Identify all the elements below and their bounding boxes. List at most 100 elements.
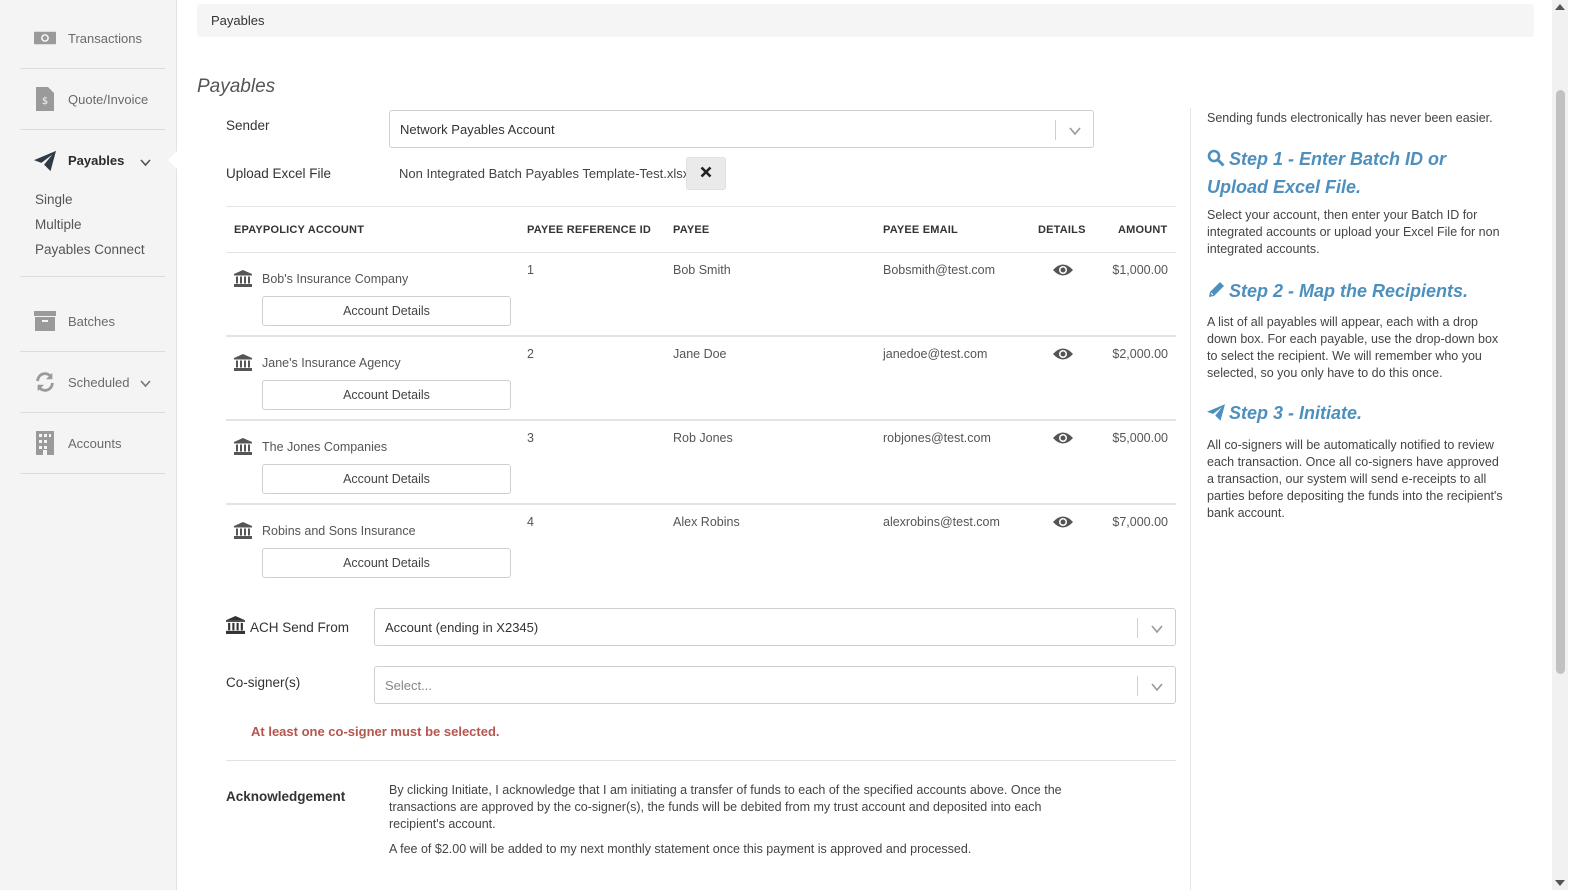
acknowledgement-label: Acknowledgement: [226, 789, 346, 804]
refresh-icon: [34, 371, 56, 393]
search-icon: [1207, 148, 1225, 174]
step-1-text: Select your account, then enter your Bat…: [1207, 208, 1500, 256]
sidebar-item-label: Accounts: [68, 435, 122, 451]
sidebar-divider: [20, 276, 165, 277]
bank-icon: [234, 354, 252, 374]
ach-send-from-label: ACH Send From: [250, 620, 350, 635]
subnav-item-multiple[interactable]: Multiple: [35, 215, 145, 240]
table-row: Jane's Insurance Agency Account Details …: [226, 337, 1176, 421]
account-details-button[interactable]: Account Details: [262, 380, 511, 410]
sidebar-item-accounts[interactable]: Accounts: [20, 413, 165, 474]
account-details-button[interactable]: Account Details: [262, 296, 511, 326]
payee-reference-id: 4: [527, 515, 534, 529]
subnav-item-single[interactable]: Single: [35, 190, 145, 215]
amount: $1,000.00: [1112, 263, 1168, 277]
chevron-down-icon: [140, 155, 151, 170]
account-name: Bob's Insurance Company: [262, 272, 409, 286]
account-details-button[interactable]: Account Details: [262, 464, 511, 494]
step-3-title: Step 3 - Initiate.: [1207, 400, 1507, 428]
account-name: Jane's Insurance Agency: [262, 356, 401, 370]
step-title-text: Step 2 - Map the Recipients.: [1229, 281, 1469, 301]
cosigner-select[interactable]: Select...: [374, 666, 1176, 704]
scroll-down-arrow[interactable]: [1555, 880, 1565, 886]
sidebar-item-label: Scheduled: [68, 374, 130, 390]
table-header: EPAYPOLICY ACCOUNT PAYEE REFERENCE ID PA…: [226, 206, 1176, 253]
uploaded-file-name: Non Integrated Batch Payables Template-T…: [399, 166, 690, 181]
account-name: Robins and Sons Insurance: [262, 524, 416, 538]
table-row: The Jones Companies Account Details 3 Ro…: [226, 421, 1176, 505]
sidebar-item-label: Quote/Invoice: [68, 91, 149, 107]
sender-label: Sender: [226, 118, 270, 133]
sender-select[interactable]: Network Payables Account: [389, 110, 1094, 148]
payables-subnav: Single Multiple Payables Connect: [35, 190, 145, 265]
subnav-item-payables-connect[interactable]: Payables Connect: [35, 240, 145, 265]
table-row: Bob's Insurance Company Account Details …: [226, 253, 1176, 337]
scroll-up-arrow[interactable]: [1555, 4, 1565, 10]
payee-name: Rob Jones: [673, 431, 733, 445]
vertical-scrollbar[interactable]: [1552, 0, 1568, 890]
page-title: Payables: [197, 76, 276, 97]
breadcrumb: Payables: [197, 4, 1534, 37]
help-panel: Sending funds electronically has never b…: [1190, 108, 1510, 890]
select-divider: [1137, 676, 1138, 696]
column-header: PAYEE EMAIL: [883, 224, 958, 236]
step-1-title: Step 1 - Enter Batch ID or Upload Excel …: [1207, 146, 1507, 200]
select-divider: [1055, 120, 1056, 140]
scroll-thumb[interactable]: [1556, 90, 1565, 674]
breadcrumb-item[interactable]: Payables: [211, 13, 264, 28]
step-2-title: Step 2 - Map the Recipients.: [1207, 278, 1507, 306]
eye-icon[interactable]: [1052, 431, 1074, 448]
payables-table: EPAYPOLICY ACCOUNT PAYEE REFERENCE ID PA…: [226, 206, 1176, 589]
step-2-text: A list of all payables will appear, each…: [1207, 315, 1499, 380]
chevron-down-icon: [1151, 622, 1163, 637]
payee-reference-id: 3: [527, 431, 534, 445]
column-header: PAYEE REFERENCE ID: [527, 224, 652, 236]
cosigner-error-message: At least one co-signer must be selected.: [251, 724, 500, 739]
amount: $5,000.00: [1112, 431, 1168, 445]
step-title-text: Step 1 - Enter Batch ID or Upload Excel …: [1207, 149, 1447, 197]
account-details-button[interactable]: Account Details: [262, 548, 511, 578]
upload-label: Upload Excel File: [226, 166, 332, 181]
eye-icon[interactable]: [1052, 347, 1074, 364]
section-divider: [226, 760, 1176, 761]
amount: $2,000.00: [1112, 347, 1168, 361]
account-name: The Jones Companies: [262, 440, 388, 454]
fee-notice: A fee of $2.00 will be added to my next …: [389, 842, 972, 856]
amount: $7,000.00: [1112, 515, 1168, 529]
remove-file-button[interactable]: [686, 157, 726, 190]
sidebar-item-quote-invoice[interactable]: $ Quote/Invoice: [20, 69, 165, 130]
sidebar-item-transactions[interactable]: Transactions: [20, 8, 165, 69]
step-title-text: Step 3 - Initiate.: [1229, 403, 1363, 423]
select-divider: [1137, 618, 1138, 638]
payee-name: Bob Smith: [673, 263, 731, 277]
money-icon: [34, 27, 56, 49]
acknowledgement-text: By clicking Initiate, I acknowledge that…: [389, 783, 1062, 831]
sidebar-item-payables[interactable]: Payables: [20, 130, 165, 191]
sidebar-item-label: Batches: [68, 313, 115, 329]
bank-icon: [234, 438, 252, 458]
paper-plane-icon: [1207, 402, 1225, 428]
eye-icon[interactable]: [1052, 515, 1074, 532]
payee-email: Bobsmith@test.com: [883, 263, 996, 277]
pencil-icon: [1207, 280, 1225, 306]
column-header: AMOUNT: [1118, 224, 1168, 236]
payee-email: robjones@test.com: [883, 431, 991, 445]
sidebar-item-batches[interactable]: Batches: [20, 291, 165, 352]
payee-email: alexrobins@test.com: [883, 515, 1000, 529]
cosigner-placeholder: Select...: [385, 677, 432, 693]
chevron-down-icon: [1151, 680, 1163, 695]
column-header: DETAILS: [1038, 224, 1086, 236]
payee-name: Alex Robins: [673, 515, 740, 529]
column-header: PAYEE: [673, 224, 710, 236]
sidebar-item-scheduled[interactable]: Scheduled: [20, 352, 165, 413]
sidebar-item-label: Transactions: [68, 30, 142, 46]
payee-name: Jane Doe: [673, 347, 727, 361]
column-header: EPAYPOLICY ACCOUNT: [234, 224, 365, 236]
payee-email: janedoe@test.com: [883, 347, 988, 361]
help-intro: Sending funds electronically has never b…: [1207, 111, 1493, 125]
eye-icon[interactable]: [1052, 263, 1074, 280]
ach-send-from-select[interactable]: Account (ending in X2345): [374, 608, 1176, 646]
cosigner-label: Co-signer(s): [226, 675, 301, 690]
svg-text:$: $: [42, 96, 48, 107]
chevron-down-icon: [1069, 124, 1081, 139]
